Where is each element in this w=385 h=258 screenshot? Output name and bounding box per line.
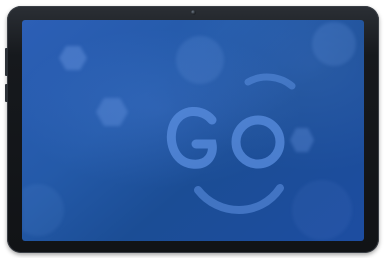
volume-button xyxy=(5,48,8,76)
go-logo-top-arc xyxy=(244,73,296,90)
go-logo-smile xyxy=(194,184,284,214)
go-logo-letter-o xyxy=(231,115,285,169)
tablet-screen xyxy=(22,20,364,241)
go-logo xyxy=(166,73,296,214)
front-camera-icon xyxy=(190,10,196,15)
product-image xyxy=(0,0,385,258)
tablet-device xyxy=(5,6,379,253)
power-button xyxy=(5,84,8,102)
go-logo-letter-g xyxy=(166,107,217,169)
